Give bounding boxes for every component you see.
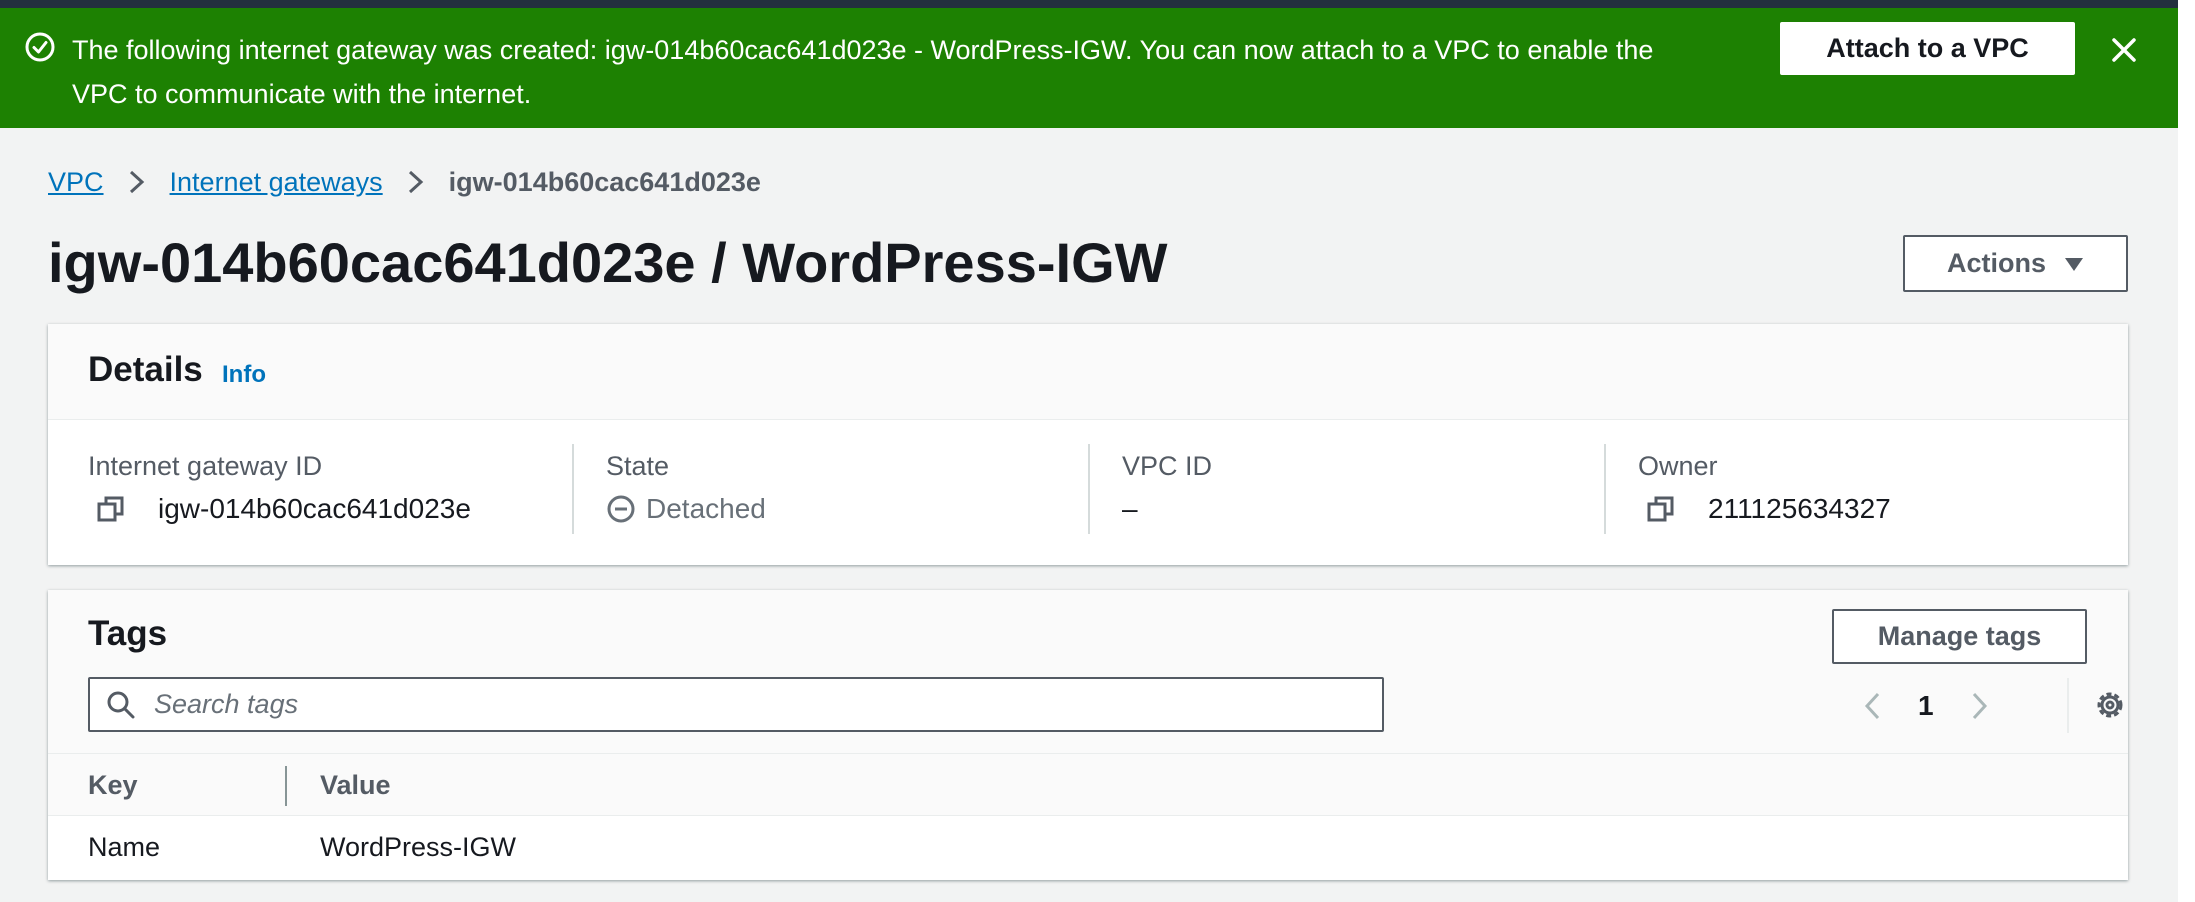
manage-tags-button[interactable]: Manage tags xyxy=(1832,609,2087,664)
tag-key-cell: Name xyxy=(88,832,161,862)
caret-down-icon xyxy=(2065,257,2083,271)
column-divider xyxy=(1604,444,1606,534)
search-tags-input[interactable] xyxy=(154,689,1354,720)
breadcrumb-vpc-link[interactable]: VPC xyxy=(48,167,104,198)
tags-title: Tags xyxy=(88,614,168,653)
field-value: igw-014b60cac641d023e xyxy=(88,490,471,528)
stopped-status-icon xyxy=(607,495,635,523)
check-circle-icon xyxy=(25,32,55,62)
field-value: 211125634327 xyxy=(1638,490,1891,528)
breadcrumb: VPC Internet gateways igw-014b60cac641d0… xyxy=(48,162,761,202)
vpc-id-field: VPC ID – xyxy=(1122,448,1212,538)
breadcrumb-internet-gateways-link[interactable]: Internet gateways xyxy=(170,167,383,198)
chevron-right-icon[interactable] xyxy=(1964,691,1994,721)
field-label: Owner xyxy=(1638,451,1718,481)
column-divider xyxy=(1088,444,1090,534)
tags-table-header: Key Value xyxy=(48,754,2128,816)
column-divider xyxy=(572,444,574,534)
field-label: VPC ID xyxy=(1122,451,1213,481)
chevron-right-icon xyxy=(408,170,423,194)
breadcrumb-current: igw-014b60cac641d023e xyxy=(448,166,761,197)
search-icon xyxy=(107,691,135,718)
chevron-left-icon[interactable] xyxy=(1858,691,1888,721)
column-header-value[interactable]: Value xyxy=(320,770,391,801)
details-panel: Details Info Internet gateway ID igw-014… xyxy=(48,324,2128,565)
column-resize-handle[interactable] xyxy=(285,766,287,806)
pagination: 1 xyxy=(1858,678,1994,733)
current-page[interactable]: 1 xyxy=(1918,690,1934,722)
details-header: Details Info xyxy=(48,324,2128,420)
tag-value-cell: WordPress-IGW xyxy=(320,832,517,862)
flash-message: The following internet gateway was creat… xyxy=(72,35,1654,109)
copy-icon[interactable] xyxy=(1646,494,1676,524)
details-title: Details xyxy=(88,350,203,389)
owner-field: Owner 211125634327 xyxy=(1638,448,1891,538)
tags-header: Tags Manage tags 1 xyxy=(48,590,2128,754)
pagination-divider xyxy=(2067,678,2069,733)
internet-gateway-id-value: igw-014b60cac641d023e xyxy=(158,493,471,524)
page-title: igw-014b60cac641d023e / WordPress-IGW xyxy=(48,231,1168,294)
copy-icon[interactable] xyxy=(96,494,126,524)
field-value: – xyxy=(1122,490,1212,528)
search-tags-field[interactable] xyxy=(88,677,1384,732)
field-value: Detached xyxy=(606,490,766,528)
scrollbar-gutter xyxy=(2178,0,2195,902)
field-label: Internet gateway ID xyxy=(88,451,323,481)
close-icon[interactable] xyxy=(2110,36,2138,64)
attach-to-vpc-button[interactable]: Attach to a VPC xyxy=(1780,22,2075,75)
column-header-key[interactable]: Key xyxy=(88,770,138,801)
state-field: State Detached xyxy=(606,448,766,538)
tags-panel: Tags Manage tags 1 Key Valu xyxy=(48,590,2128,880)
field-label: State xyxy=(606,451,670,481)
owner-value: 211125634327 xyxy=(1708,493,1891,524)
table-row: Name WordPress-IGW xyxy=(48,816,2128,880)
top-nav-strip xyxy=(0,0,2195,8)
info-link[interactable]: Info xyxy=(222,361,266,389)
actions-dropdown-button[interactable]: Actions xyxy=(1903,235,2128,292)
success-flash-banner: The following internet gateway was creat… xyxy=(0,8,2178,128)
state-value: Detached xyxy=(646,493,766,524)
chevron-right-icon xyxy=(129,170,144,194)
actions-label: Actions xyxy=(1946,248,2046,278)
vpc-id-value: – xyxy=(1122,493,1138,524)
internet-gateway-id-field: Internet gateway ID igw-014b60cac641d023… xyxy=(88,448,471,538)
gear-icon[interactable] xyxy=(2093,688,2127,722)
